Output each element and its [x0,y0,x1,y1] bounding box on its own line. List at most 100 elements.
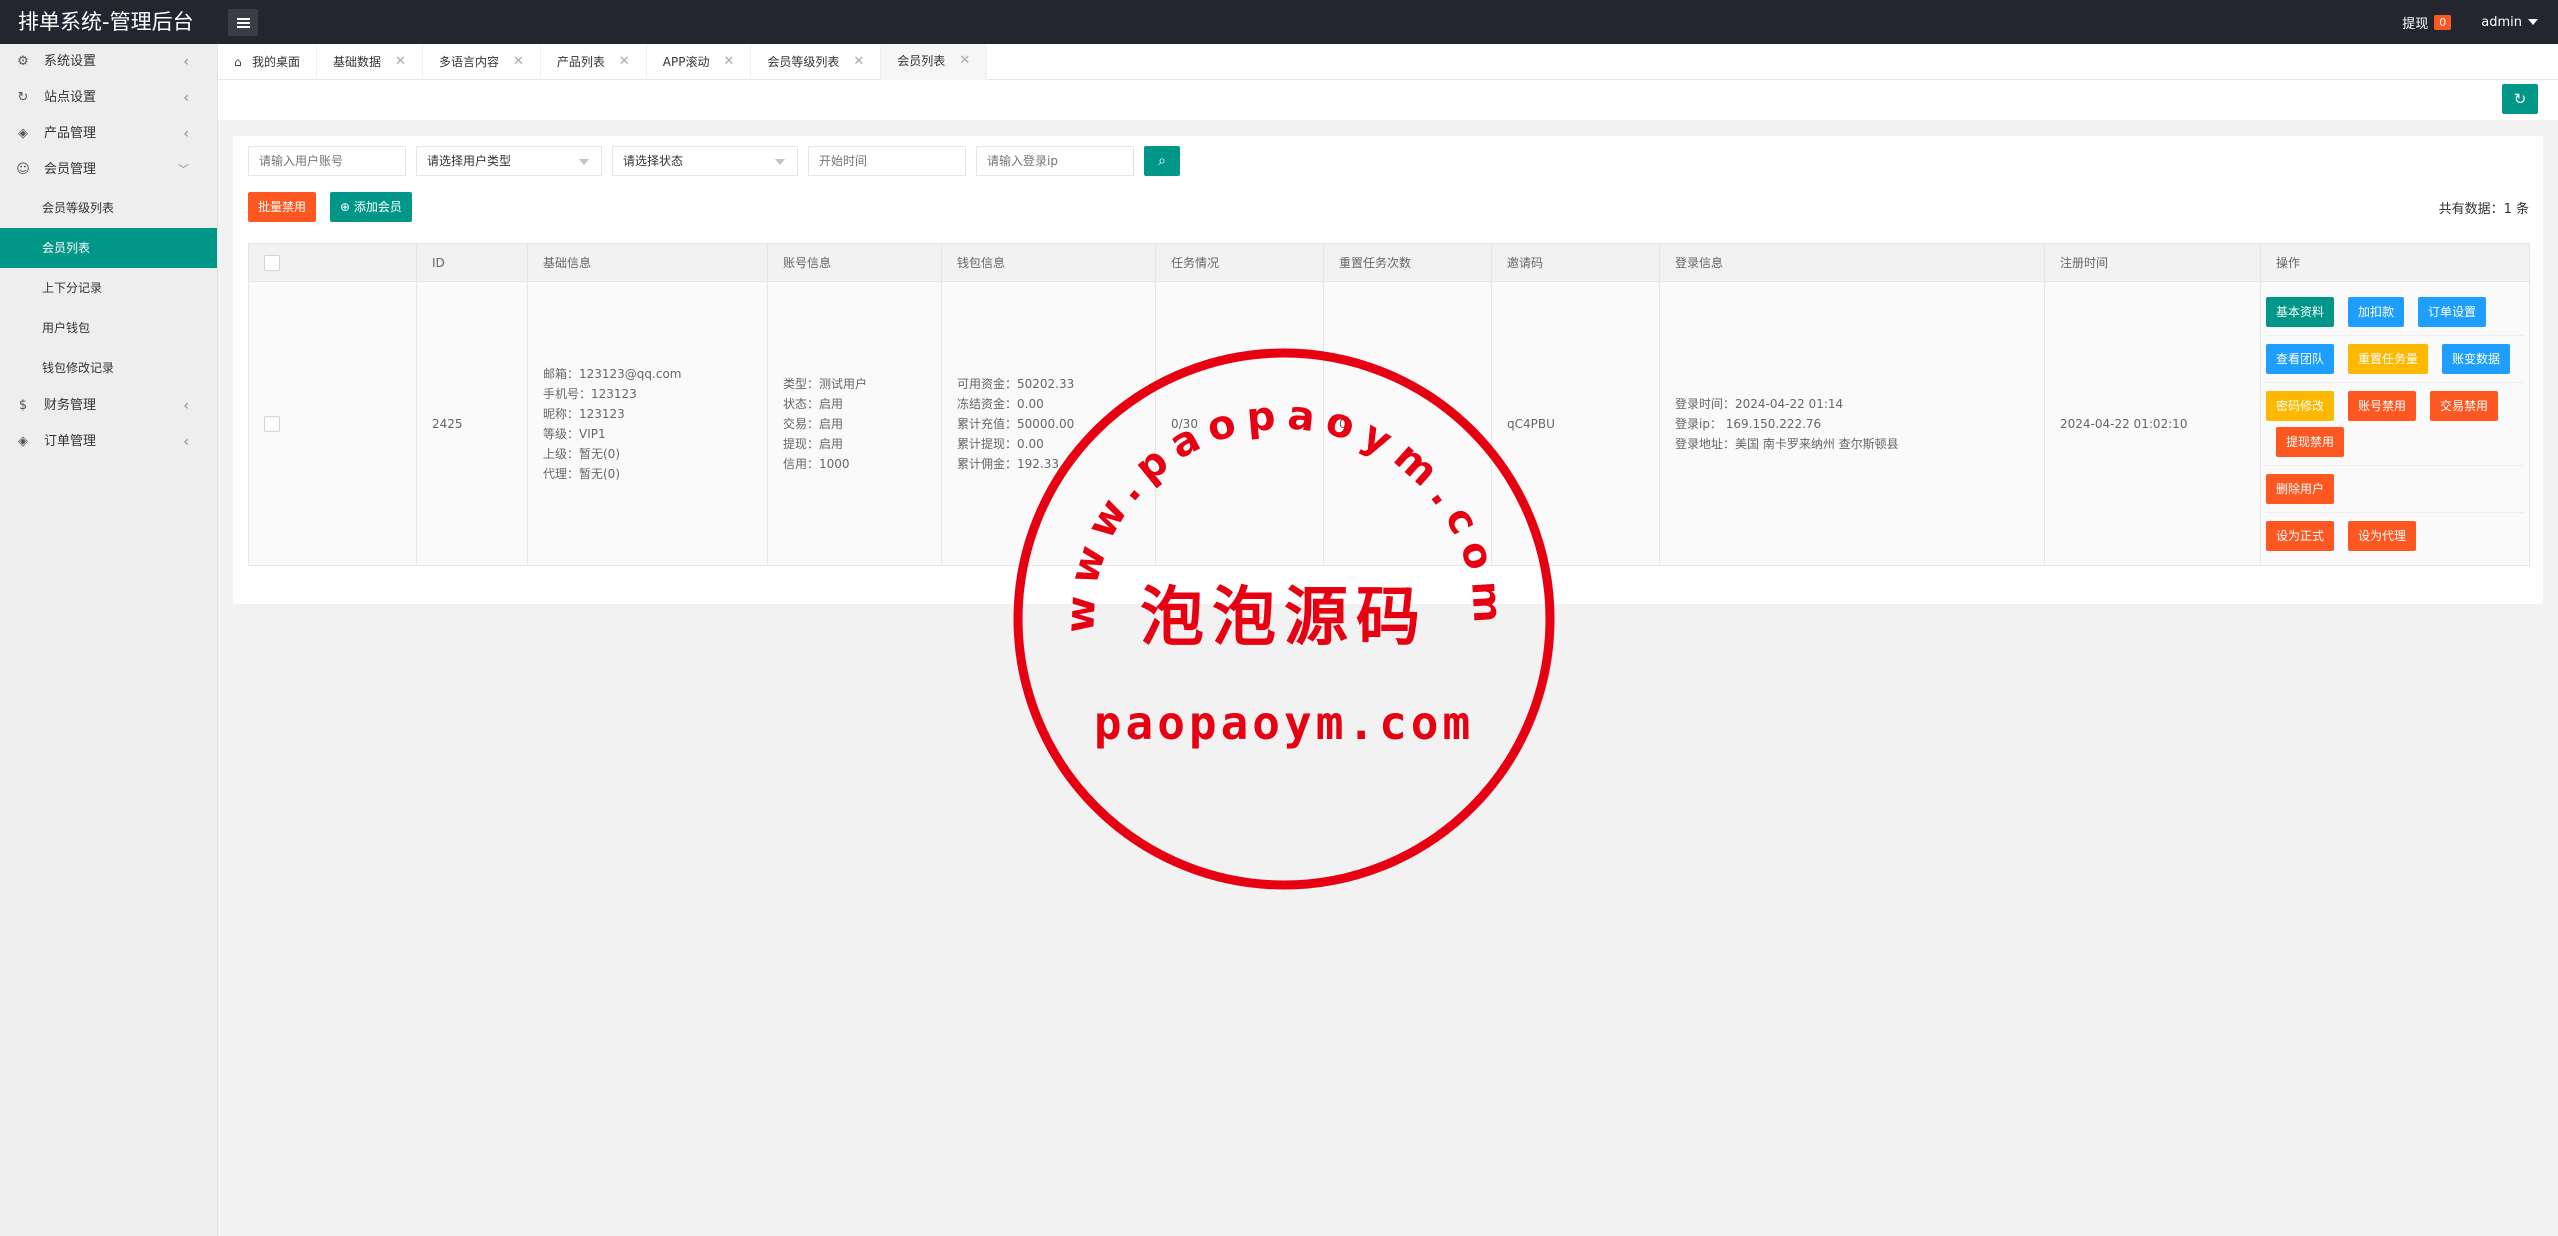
disable-trade-button[interactable]: 交易禁用 [2430,390,2499,421]
search-icon: ⌕ [1158,153,1166,169]
col-reset: 重置任务次数 [1323,243,1492,282]
cell-basic: 邮箱：123123@qq.com 手机号：123123 昵称：123123 等级… [527,281,768,566]
sidebar-item-product[interactable]: ◈ 产品管理 ‹ [0,116,217,152]
user-menu[interactable]: admin [2481,15,2538,30]
col-ops: 操作 [2260,243,2530,282]
box-icon: ◈ [18,434,28,449]
select-all-checkbox[interactable] [264,254,280,271]
disable-withdraw-button[interactable]: 提现禁用 [2276,426,2345,457]
batch-disable-button[interactable]: 批量禁用 [248,192,317,222]
chevron-down-icon: ﹀ [178,163,189,176]
col-id: ID [416,243,528,282]
sidebar-item-member[interactable]: ☺ 会员管理 ﹀ [0,152,217,188]
cell-account: 类型：测试用户 状态：启用 交易：启用 提现：启用 信用：1000 [767,281,942,566]
account-input[interactable] [248,146,406,176]
chevron-left-icon: ‹ [183,434,189,450]
sidebar-item-site[interactable]: ↻ 站点设置 ‹ [0,80,217,116]
close-icon[interactable]: ✕ [513,44,524,80]
sidebar-sub-user-wallet[interactable]: 用户钱包 [0,308,217,348]
menu-toggle-button[interactable] [228,9,258,36]
cell-ops: 基本资料 加扣款 订单设置 查看团队 重置任务量 账变数据 密码修改 账号禁用 … [2260,281,2530,566]
status-select[interactable]: 请选择状态 [612,146,798,176]
dollar-icon: $ [18,398,28,413]
tab-product-list[interactable]: 产品列表 ✕ [541,44,647,80]
col-basic: 基础信息 [527,243,768,282]
table-header-row: ID 基础信息 账号信息 钱包信息 任务情况 重置任务次数 邀请码 登录信息 注… [248,243,2530,282]
sidebar-sub-member-level[interactable]: 会员等级列表 [0,188,217,228]
tab-multilang[interactable]: 多语言内容 ✕ [423,44,541,80]
disable-account-button[interactable]: 账号禁用 [2348,390,2417,421]
account-change-button[interactable]: 账变数据 [2442,343,2511,374]
tab-bar: ⌂ 我的桌面 基础数据 ✕ 多语言内容 ✕ 产品列表 ✕ APP滚动 ✕ 会员等级列表 ✕… [218,44,2558,80]
col-invite: 邀请码 [1491,243,1660,282]
cell-wallet: 可用资金：50202.33 冻结资金：0.00 累计充值：50000.00 累计… [941,281,1156,566]
refresh-icon: ↻ [17,90,29,105]
withdraw-notice[interactable]: 提现 0 [2402,13,2452,32]
table-row: 2425 邮箱：123123@qq.com 手机号：123123 昵称：1231… [248,281,2530,566]
cell-id: 2425 [416,281,528,566]
cell-register: 2024-04-22 01:02:10 [2044,281,2261,566]
gear-icon: ⚙ [17,54,29,69]
reset-task-button[interactable]: 重置任务量 [2348,343,2429,374]
change-password-button[interactable]: 密码修改 [2266,390,2335,421]
cell-invite: qC4PBU [1491,281,1660,566]
tab-app-scroll[interactable]: APP滚动 ✕ [647,44,752,80]
refresh-icon: ↻ [2513,90,2527,108]
ops-row: 删除用户 [2266,466,2524,513]
col-register: 注册时间 [2044,243,2261,282]
set-formal-button[interactable]: 设为正式 [2266,520,2335,551]
close-icon[interactable]: ✕ [723,44,734,80]
sidebar-sub-wallet-log[interactable]: 钱包修改记录 [0,348,217,388]
refresh-button[interactable]: ↻ [2502,84,2538,114]
sidebar-sub-balance-records[interactable]: 上下分记录 [0,268,217,308]
cell-login: 登录时间：2024-04-22 01:14 登录ip： 169.150.222.… [1659,281,2045,566]
set-agent-button[interactable]: 设为代理 [2348,520,2417,551]
col-task: 任务情况 [1155,243,1324,282]
user-name: admin [2481,14,2522,30]
delete-user-button[interactable]: 删除用户 [2266,473,2335,504]
chevron-left-icon: ‹ [183,54,189,70]
plus-circle-icon: ⊕ [340,200,354,214]
home-icon: ⌂ [234,55,242,69]
view-team-button[interactable]: 查看团队 [2266,343,2335,374]
member-table: ID 基础信息 账号信息 钱包信息 任务情况 重置任务次数 邀请码 登录信息 注… [248,243,2530,566]
col-wallet: 钱包信息 [941,243,1156,282]
row-checkbox[interactable] [264,416,280,432]
close-icon[interactable]: ✕ [395,44,406,80]
brand-title: 排单系统-管理后台 [18,10,194,34]
adjust-balance-button[interactable]: 加扣款 [2348,296,2405,327]
top-header: 排单系统-管理后台 提现 0 admin [0,0,2558,44]
tab-member-level[interactable]: 会员等级列表 ✕ [751,44,882,80]
cell-reset: 0 [1323,281,1492,566]
sidebar-item-order[interactable]: ◈ 订单管理 ‹ [0,424,217,460]
col-login: 登录信息 [1659,243,2045,282]
tab-basic-data[interactable]: 基础数据 ✕ [317,44,423,80]
ops-row: 查看团队 重置任务量 账变数据 [2266,336,2524,383]
close-icon[interactable]: ✕ [619,44,630,80]
order-settings-button[interactable]: 订单设置 [2418,296,2487,327]
add-member-button[interactable]: ⊕ 添加会员 [330,192,412,222]
sidebar-item-system[interactable]: ⚙ 系统设置 ‹ [0,44,217,80]
withdraw-label: 提现 [2402,16,2429,32]
filter-bar: 请选择用户类型 请选择状态 ⌕ [248,146,1180,176]
sidebar: ⚙ 系统设置 ‹ ↻ 站点设置 ‹ ◈ 产品管理 ‹ ☺ 会员管理 ﹀ 会员等级… [0,44,218,1236]
login-ip-input[interactable] [976,146,1134,176]
close-icon[interactable]: ✕ [959,43,970,79]
box-icon: ◈ [18,126,28,141]
search-button[interactable]: ⌕ [1144,146,1180,176]
chevron-left-icon: ‹ [183,398,189,414]
user-icon: ☺ [16,162,30,177]
stamp-bottom-text: paopaoym.com [1094,696,1474,750]
close-icon[interactable]: ✕ [853,44,864,80]
user-type-select[interactable]: 请选择用户类型 [416,146,602,176]
sidebar-sub-member-list[interactable]: 会员列表 [0,228,217,268]
start-time-input[interactable] [808,146,966,176]
chevron-left-icon: ‹ [183,126,189,142]
sidebar-item-finance[interactable]: $ 财务管理 ‹ [0,388,217,424]
tab-member-list[interactable]: 会员列表 ✕ [881,43,988,80]
total-count: 共有数据：1 条 [2438,202,2529,217]
basic-info-button[interactable]: 基本资料 [2266,296,2335,327]
col-account: 账号信息 [767,243,942,282]
member-list-card: 请选择用户类型 请选择状态 ⌕ 批量禁用 ⊕ 添加会员 共有数据：1 条 ID … [233,136,2543,604]
tab-desktop[interactable]: ⌂ 我的桌面 [218,44,318,80]
